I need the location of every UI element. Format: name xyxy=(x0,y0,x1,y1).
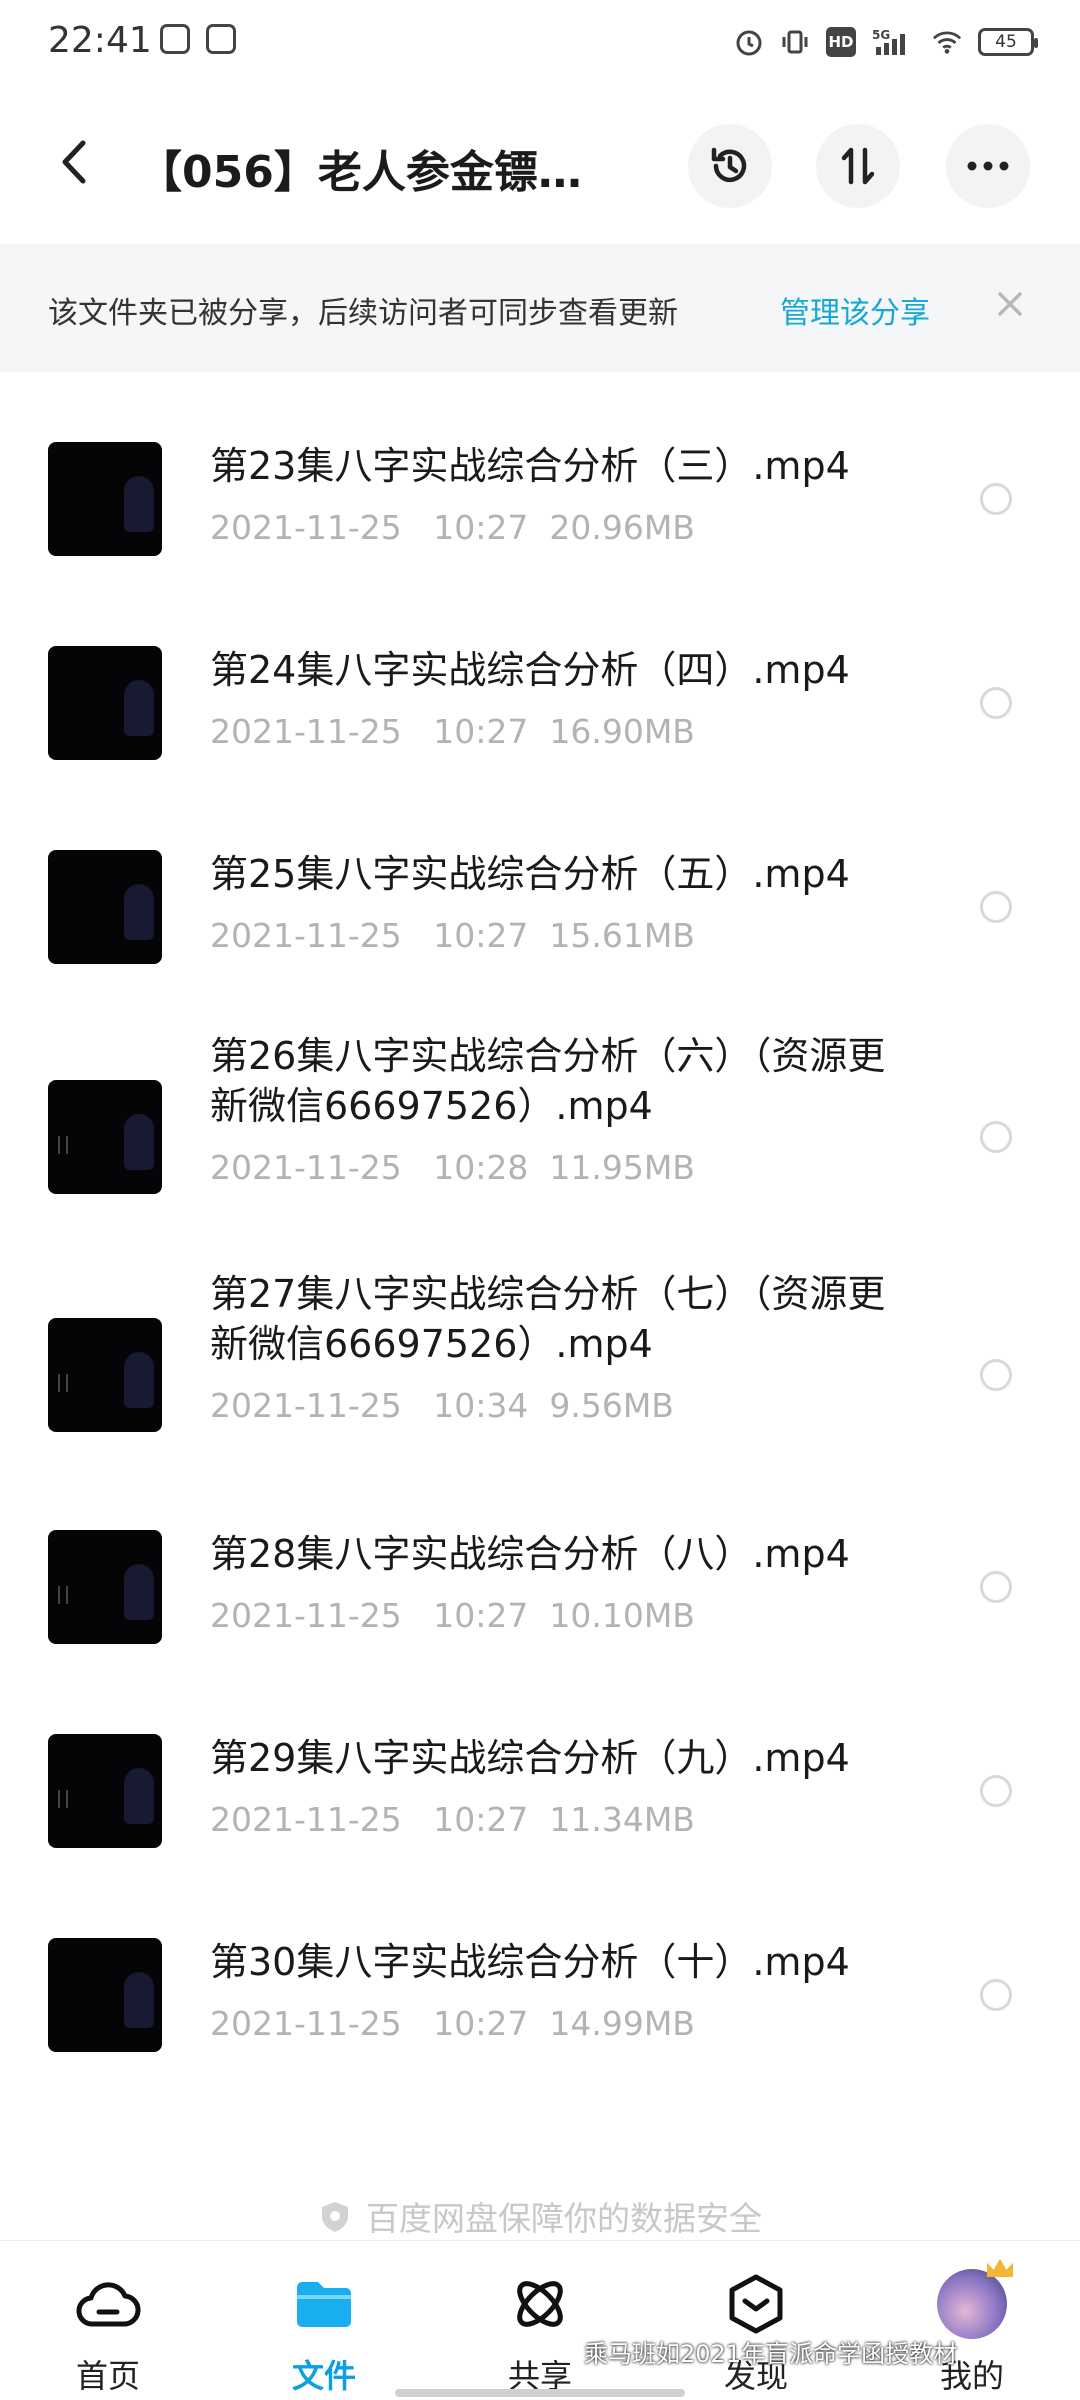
file-name: 第30集八字实战综合分析（十）.mp4 xyxy=(210,1940,850,1984)
video-thumbnail xyxy=(48,1938,162,2052)
select-checkbox[interactable] xyxy=(980,1571,1012,1603)
file-row[interactable]: 第26集八字实战综合分析（六）（资源更新微信66697526）.mp4 2021… xyxy=(0,984,1080,1222)
watermark: 乘马班如2021年盲派命学函授教材 xyxy=(584,2340,958,2368)
chevron-left-icon xyxy=(62,140,86,184)
select-checkbox[interactable] xyxy=(980,1775,1012,1807)
file-row[interactable]: 第27集八字实战综合分析（七）（资源更新微信66697526）.mp4 2021… xyxy=(0,1222,1080,1460)
select-checkbox[interactable] xyxy=(980,687,1012,719)
file-meta: 2021-11-25 10:27 20.96MB xyxy=(210,508,695,547)
header: 【056】老人参金镖… xyxy=(0,100,1080,230)
nav-files[interactable]: 文件 xyxy=(244,2269,404,2399)
file-meta: 2021-11-25 10:27 14.99MB xyxy=(210,2004,695,2043)
status-time: 22:41 xyxy=(48,20,152,61)
video-thumbnail xyxy=(48,1318,162,1432)
sort-icon xyxy=(841,147,875,185)
file-name: 第27集八字实战综合分析（七）（资源更新微信66697526）.mp4 xyxy=(210,1272,886,1366)
file-name: 第26集八字实战综合分析（六）（资源更新微信66697526）.mp4 xyxy=(210,1034,886,1128)
nav-files-label: 文件 xyxy=(291,2357,356,2395)
file-row[interactable]: 第24集八字实战综合分析（四）.mp4 2021-11-25 10:27 16.… xyxy=(0,576,1080,780)
vibrate-icon xyxy=(780,27,810,57)
file-row[interactable]: 第23集八字实战综合分析（三）.mp4 2021-11-25 10:27 20.… xyxy=(0,372,1080,576)
svg-text:5G: 5G xyxy=(872,28,890,42)
file-meta: 2021-11-25 10:27 16.90MB xyxy=(210,712,695,751)
gallery-notification-icon xyxy=(160,24,190,54)
file-row[interactable]: 第29集八字实战综合分析（九）.mp4 2021-11-25 10:27 11.… xyxy=(0,1664,1080,1868)
file-name: 第23集八字实战综合分析（三）.mp4 xyxy=(210,444,850,488)
status-icons: HD 5G 45 xyxy=(734,22,1038,62)
status-bar: 22:41 HD 5G 45 xyxy=(0,0,1080,84)
close-icon xyxy=(998,292,1022,316)
video-thumbnail xyxy=(48,850,162,964)
file-name: 第29集八字实战综合分析（九）.mp4 xyxy=(210,1736,850,1780)
manage-share-link[interactable]: 管理该分享 xyxy=(780,288,930,332)
page-title: 【056】老人参金镖… xyxy=(138,147,582,198)
signal-icon: 5G xyxy=(872,27,916,57)
back-button[interactable] xyxy=(44,132,104,192)
file-row[interactable]: 第30集八字实战综合分析（十）.mp4 2021-11-25 10:27 14.… xyxy=(0,1868,1080,2072)
file-meta: 2021-11-25 10:27 15.61MB xyxy=(210,916,695,955)
shield-icon xyxy=(322,2202,348,2232)
share-banner: 该文件夹已被分享，后续访问者可同步查看更新 管理该分享 xyxy=(0,244,1080,372)
security-note-text: 百度网盘保障你的数据安全 xyxy=(366,2199,762,2238)
file-meta: 2021-11-25 10:27 10.10MB xyxy=(210,1596,695,1635)
video-thumbnail xyxy=(48,1734,162,1848)
folder-icon xyxy=(289,2269,359,2339)
bottom-nav: 首页 文件 共享 发现 我的 xyxy=(0,2240,1080,2400)
file-meta: 2021-11-25 10:27 11.34MB xyxy=(210,1800,695,1839)
hd-icon: HD xyxy=(826,27,856,57)
avatar xyxy=(937,2259,1013,2339)
vip-crown-icon xyxy=(987,2259,1013,2277)
cloud-icon xyxy=(73,2269,143,2339)
file-name: 第28集八字实战综合分析（八）.mp4 xyxy=(210,1532,850,1576)
file-row[interactable]: 第28集八字实战综合分析（八）.mp4 2021-11-25 10:27 10.… xyxy=(0,1460,1080,1664)
file-name: 第25集八字实战综合分析（五）.mp4 xyxy=(210,852,850,896)
sort-button[interactable] xyxy=(816,124,900,208)
select-checkbox[interactable] xyxy=(980,891,1012,923)
history-icon xyxy=(711,147,747,183)
share-atom-icon xyxy=(505,2269,575,2339)
file-meta: 2021-11-25 10:34 9.56MB xyxy=(210,1386,674,1425)
battery-icon: 45 xyxy=(978,28,1038,56)
alarm-icon xyxy=(734,27,764,57)
file-row[interactable]: 第25集八字实战综合分析（五）.mp4 2021-11-25 10:27 15.… xyxy=(0,780,1080,984)
select-checkbox[interactable] xyxy=(980,1121,1012,1153)
select-checkbox[interactable] xyxy=(980,1359,1012,1391)
share-banner-text: 该文件夹已被分享，后续访问者可同步查看更新 xyxy=(48,296,678,331)
file-name: 第24集八字实战综合分析（四）.mp4 xyxy=(210,648,850,692)
video-thumbnail xyxy=(48,1080,162,1194)
nav-home[interactable]: 首页 xyxy=(28,2269,188,2399)
more-button[interactable] xyxy=(946,124,1030,208)
video-thumbnail xyxy=(48,1530,162,1644)
select-checkbox[interactable] xyxy=(980,483,1012,515)
video-thumbnail xyxy=(48,646,162,760)
more-icon xyxy=(967,161,1009,171)
history-button[interactable] xyxy=(688,124,772,208)
close-banner-button[interactable] xyxy=(990,284,1030,324)
file-meta: 2021-11-25 10:28 11.95MB xyxy=(210,1148,695,1187)
select-checkbox[interactable] xyxy=(980,1979,1012,2011)
wifi-icon xyxy=(932,27,962,57)
home-indicator xyxy=(395,2389,685,2397)
nav-home-label: 首页 xyxy=(75,2357,140,2395)
discover-cube-icon xyxy=(721,2269,791,2339)
alipay-notification-icon xyxy=(206,24,236,54)
video-thumbnail xyxy=(48,442,162,556)
